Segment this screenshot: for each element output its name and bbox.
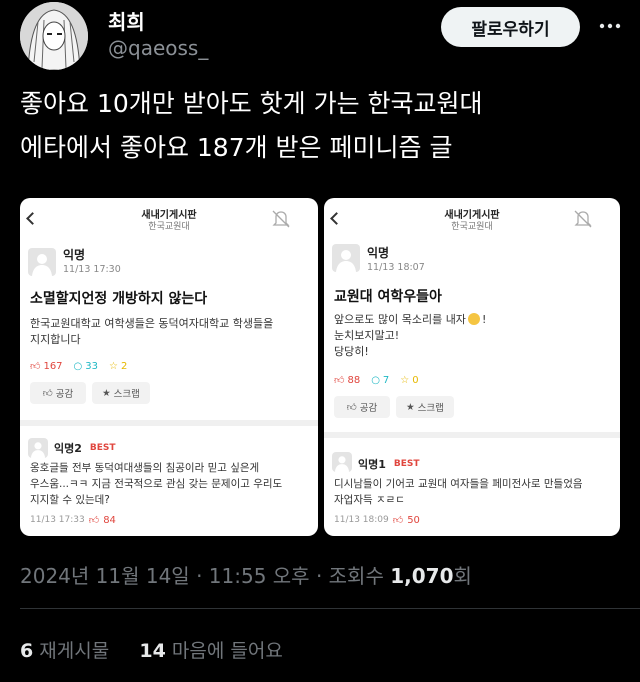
likes-count: 14: [139, 640, 166, 662]
retweets-link[interactable]: 6 재게시물: [20, 640, 109, 662]
scrap-count: 2: [120, 360, 128, 372]
comment-icon: ○: [73, 360, 83, 372]
post-body-line: 한국교원대학교 여학생들은 동덕여자대학교 학생들을: [30, 317, 274, 330]
post-stats: 👍︎ 88 ○ 7 ☆ 0: [334, 374, 419, 387]
grin-emoji-icon: [467, 313, 480, 325]
post-image-left[interactable]: 새내기게시판 한국교원대 익명 11/13 17:30 소멸할지언정 개방하지 …: [20, 198, 318, 536]
comment-like-count: 84: [103, 514, 116, 526]
post-body-line: 지지합니다: [30, 333, 81, 346]
scrap-button-label: 스크랩: [417, 403, 444, 414]
author-name[interactable]: 최희: [108, 6, 145, 35]
scrap-button-label: 스크랩: [113, 389, 140, 400]
like-count: 167: [43, 360, 63, 372]
views-count: 1,070: [390, 564, 454, 588]
post-body-line: 눈치보지말고!: [334, 329, 400, 342]
comment-line: 지지할 수 있는데?: [30, 494, 110, 506]
divider: [20, 608, 640, 609]
comment-author: 익명1 BEST: [358, 456, 420, 472]
comment-meta: 11/13 17:33 👍︎ 84: [30, 514, 116, 527]
post-time: 11/13 17:30: [63, 264, 121, 275]
likes-link[interactable]: 14 마음에 들어요: [139, 640, 282, 662]
like-button-label: 공감: [55, 389, 74, 400]
like-button[interactable]: 👍︎ 공감: [334, 396, 390, 418]
comment-author-name: 익명2: [54, 442, 82, 455]
divider: [324, 432, 620, 438]
comment-count: 7: [382, 374, 390, 386]
scrap-count: 0: [412, 374, 419, 386]
meta-separator: ·: [315, 564, 329, 588]
post-time: 11/13 18:07: [367, 262, 425, 273]
post-image-right[interactable]: 새내기게시판 한국교원대 익명 11/13 18:07 교원대 여학우들아 앞으…: [324, 198, 620, 536]
comment-line: 자업자득 ㅈㄹㄷ: [334, 494, 405, 506]
post-body-line-end: !: [481, 313, 487, 326]
tweet-meta: 2024년 11월 14일 · 11:55 오후 · 조회수 1,070회: [20, 560, 472, 589]
like-button-label: 공감: [359, 403, 378, 414]
post-author: 익명: [63, 248, 86, 262]
tweet-text-line: 에타에서 좋아요 187개 받은 페미니즘 글: [20, 133, 453, 162]
comment-time: 11/13 17:33: [30, 515, 85, 525]
comment-like-count: 50: [407, 514, 420, 526]
comment-body: 옹호글들 전부 동덕여대생들의 침공이라 믿고 싶은게 우스움...ㅋㅋ 지금 …: [30, 460, 282, 508]
post-author: 익명: [367, 246, 390, 260]
tweet-text: 좋아요 10개만 받아도 핫게 가는 한국교원대 에타에서 좋아요 187개 받…: [20, 82, 620, 170]
star-icon: ☆: [400, 374, 410, 386]
comment-icon: ○: [371, 374, 380, 386]
author-handle[interactable]: @qaeoss_: [108, 36, 208, 60]
comment-count: 33: [85, 360, 99, 372]
post-body: 앞으로도 많이 목소리를 내자! 눈치보지말고! 당당히!: [334, 312, 486, 360]
tweet-time[interactable]: 2024년 11월 14일 · 11:55 오후: [20, 564, 310, 588]
thumbs-up-icon: 👍︎: [42, 388, 53, 399]
comment-author-name: 익명1: [358, 458, 386, 471]
thumbs-up-icon: 👍︎: [30, 361, 41, 372]
retweets-label: 재게시물: [39, 640, 110, 662]
likes-label: 마음에 들어요: [171, 640, 283, 662]
best-badge: BEST: [89, 443, 116, 453]
follow-button[interactable]: 팔로우하기: [441, 7, 580, 47]
like-button[interactable]: 👍︎ 공감: [30, 382, 86, 404]
user-avatar-icon: [28, 248, 56, 276]
comment-line: 우스움...ㅋㅋ 지금 전국적으로 관심 갖는 문제이고 우리도: [30, 478, 283, 490]
star-icon: ☆: [109, 360, 118, 372]
post-body-line: 앞으로도 많이 목소리를 내자: [334, 313, 466, 326]
user-avatar-icon: [332, 244, 360, 272]
avatar[interactable]: [20, 2, 88, 70]
views-label: 조회수: [328, 564, 384, 588]
star-icon: ★: [102, 387, 111, 399]
best-badge: BEST: [393, 459, 420, 469]
post-body: 한국교원대학교 여학생들은 동덕여자대학교 학생들을 지지합니다: [30, 316, 273, 348]
views-suffix: 회: [453, 564, 472, 588]
like-count: 88: [347, 374, 361, 386]
thumbs-up-icon: 👍︎: [88, 515, 100, 526]
comment-line: 옹호글들 전부 동덕여대생들의 침공이라 믿고 싶은게: [30, 462, 260, 474]
comment-body: 디시남들이 기어코 교원대 여자들을 페미전사로 만들었음 자업자득 ㅈㄹㄷ: [334, 476, 583, 508]
thumbs-up-icon: 👍︎: [392, 515, 404, 526]
user-avatar-icon: [28, 438, 48, 458]
engagement-stats: 6 재게시물 14 마음에 들어요: [20, 636, 283, 663]
ellipsis-icon[interactable]: [596, 14, 624, 38]
divider: [20, 420, 318, 426]
scrap-button[interactable]: ★ 스크랩: [396, 396, 454, 418]
star-icon: ★: [406, 401, 415, 413]
tweet-text-line: 좋아요 10개만 받아도 핫게 가는 한국교원대: [20, 89, 483, 118]
user-avatar-icon: [332, 452, 352, 472]
comment-meta: 11/13 18:09 👍︎ 50: [334, 514, 420, 527]
comment-time: 11/13 18:09: [334, 515, 389, 525]
bell-off-icon: [270, 208, 292, 230]
thumbs-up-icon: 👍︎: [346, 402, 357, 413]
post-title: 교원대 여학우들아: [334, 289, 442, 305]
bell-off-icon: [572, 208, 594, 230]
post-stats: 👍︎ 167 ○ 33 ☆ 2: [30, 360, 128, 373]
comment-author: 익명2 BEST: [54, 440, 116, 456]
post-body-line: 당당히!: [334, 345, 369, 358]
post-title: 소멸할지언정 개방하지 않는다: [30, 291, 208, 307]
retweets-count: 6: [20, 640, 34, 662]
comment-line: 디시남들이 기어코 교원대 여자들을 페미전사로 만들었음: [334, 478, 583, 490]
thumbs-up-icon: 👍︎: [334, 375, 345, 386]
scrap-button[interactable]: ★ 스크랩: [92, 382, 150, 404]
